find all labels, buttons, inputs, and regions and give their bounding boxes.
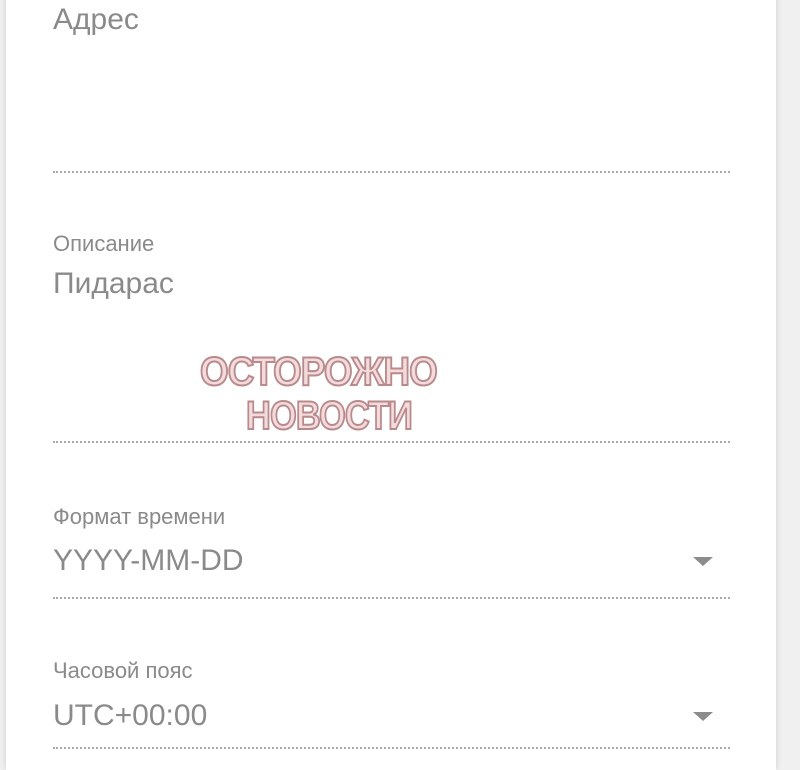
description-value: Пидарас [53,267,174,300]
form-card [6,0,776,770]
dropdown-arrow-icon[interactable] [693,557,713,566]
time-format-underline [53,597,730,599]
timezone-value: UTC+00:00 [53,699,208,732]
time-format-label: Формат времени [53,504,226,529]
timezone-label: Часовой пояс [53,658,193,683]
time-format-value: YYYY-MM-DD [53,544,244,577]
dropdown-arrow-icon[interactable] [693,712,713,721]
description-underline [53,441,730,443]
description-label: Описание [53,231,155,256]
address-label: Адрес [53,3,139,36]
address-underline [53,171,730,173]
timezone-underline [53,747,730,749]
